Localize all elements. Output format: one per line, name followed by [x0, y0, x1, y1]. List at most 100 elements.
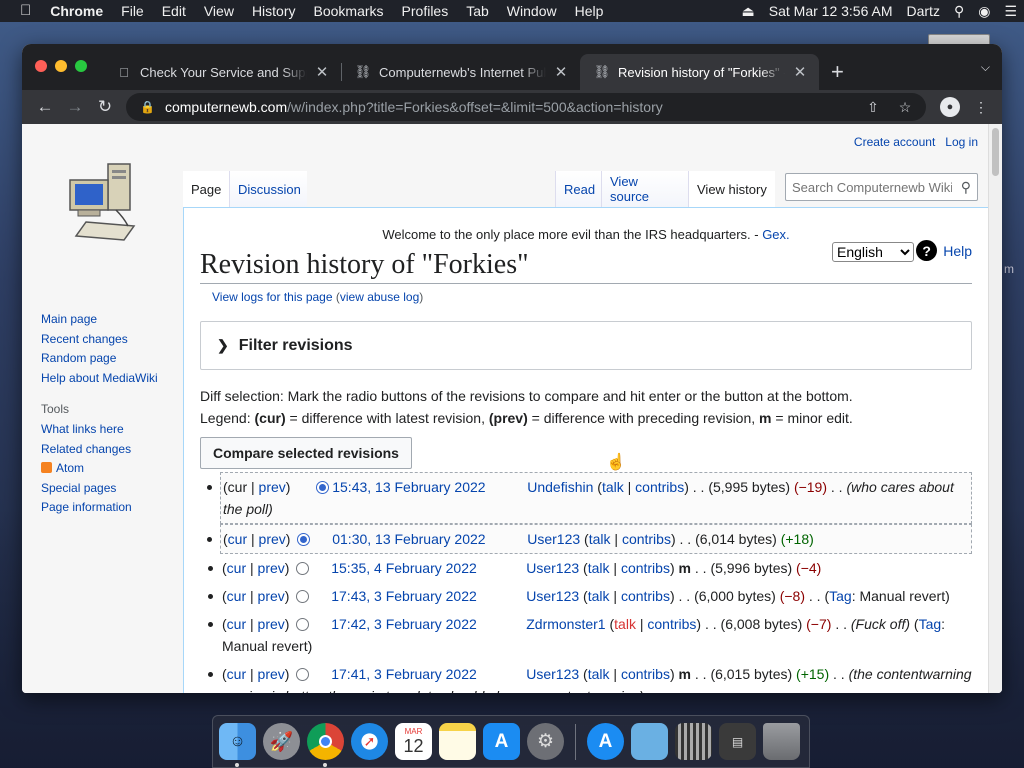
filter-revisions-toggle[interactable]: ❯ Filter revisions	[200, 321, 972, 370]
sidebar-item-page-information[interactable]: Page information	[41, 498, 191, 518]
talk-link[interactable]: talk	[588, 560, 610, 576]
radio-old[interactable]	[296, 562, 310, 575]
view-abuse-log-link[interactable]: view abuse log	[340, 290, 419, 304]
cur-link[interactable]: cur	[227, 616, 246, 632]
user-link[interactable]: User123	[526, 663, 579, 685]
apple-icon[interactable]: 	[0, 0, 41, 22]
tab-read[interactable]: Read	[555, 171, 601, 207]
notes-icon[interactable]	[439, 723, 476, 760]
search-input[interactable]	[792, 179, 952, 195]
sidebar-item-help-about-mediawiki[interactable]: Help about MediaWiki	[41, 369, 191, 389]
launchpad-icon[interactable]: 🚀	[263, 723, 300, 760]
calendar-icon[interactable]: MAR 12	[395, 723, 432, 760]
browser-tab-apple-support[interactable]:  Check Your Service and Suppo ✕	[102, 54, 341, 90]
menu-help[interactable]: Help	[566, 0, 613, 22]
compare-revisions-button[interactable]: Compare selected revisions	[200, 437, 412, 469]
chrome-menu-icon[interactable]: ⋮	[968, 94, 994, 120]
eject-icon[interactable]: ⏏	[735, 3, 762, 20]
radio-old[interactable]	[296, 590, 310, 603]
address-bar[interactable]: 🔒 computernewb.com/w/index.php?title=For…	[126, 93, 926, 121]
profile-avatar-icon[interactable]: ●	[940, 97, 960, 117]
chrome-icon[interactable]	[307, 723, 344, 767]
zoom-window-button[interactable]	[75, 60, 87, 72]
cur-link[interactable]: cur	[228, 531, 247, 547]
talk-link[interactable]: talk	[588, 666, 610, 682]
user-link[interactable]: User123	[527, 528, 580, 550]
cur-link[interactable]: cur	[228, 479, 247, 495]
revision-date-link[interactable]: 17:42, 3 February 2022	[331, 613, 526, 635]
close-tab-icon[interactable]: ✕	[791, 63, 809, 81]
site-notice-link[interactable]: Gex.	[762, 227, 789, 242]
browser-tab-revision-history[interactable]: ⛓ Revision history of "Forkies" - C ✕	[580, 54, 819, 90]
talk-link[interactable]: talk	[602, 479, 624, 495]
tag-link[interactable]: Tag	[829, 588, 852, 604]
contribs-link[interactable]: contribs	[647, 616, 696, 632]
site-logo[interactable]	[64, 160, 142, 244]
reload-button[interactable]: ↻	[90, 92, 120, 122]
menu-history[interactable]: History	[243, 0, 305, 22]
prev-link[interactable]: prev	[258, 560, 285, 576]
sidebar-item-atom[interactable]: Atom	[41, 459, 191, 479]
revision-date-link[interactable]: 15:35, 4 February 2022	[331, 557, 526, 579]
system-preferences-icon[interactable]: ⚙	[527, 723, 564, 760]
new-tab-button[interactable]: +	[819, 54, 856, 90]
user-link[interactable]: Zdrmonster1	[526, 613, 605, 635]
search-box[interactable]: ⚲	[785, 173, 978, 201]
back-button[interactable]: ←	[30, 92, 60, 122]
sidebar-item-special-pages[interactable]: Special pages	[41, 479, 191, 499]
revision-date-link[interactable]: 17:43, 3 February 2022	[331, 585, 526, 607]
help-link[interactable]: ? Help	[916, 240, 972, 261]
prev-link[interactable]: prev	[259, 531, 286, 547]
contribs-link[interactable]: contribs	[621, 560, 670, 576]
cur-link[interactable]: cur	[227, 560, 246, 576]
contribs-link[interactable]: contribs	[621, 588, 670, 604]
contribs-link[interactable]: contribs	[635, 479, 684, 495]
menu-edit[interactable]: Edit	[153, 0, 195, 22]
cur-link[interactable]: cur	[227, 666, 246, 682]
trash-icon[interactable]	[763, 723, 800, 760]
language-select[interactable]: English	[832, 242, 914, 262]
radio-old-selected[interactable]	[297, 533, 311, 546]
prev-link[interactable]: prev	[259, 479, 286, 495]
close-tab-icon[interactable]: ✕	[552, 63, 570, 81]
radio-old[interactable]	[296, 618, 310, 631]
sidebar-item-what-links-here[interactable]: What links here	[41, 420, 191, 440]
scrollbar-thumb[interactable]	[992, 128, 999, 176]
talk-link[interactable]: talk	[614, 616, 636, 632]
view-logs-link[interactable]: View logs for this page	[212, 290, 333, 304]
prev-link[interactable]: prev	[258, 616, 285, 632]
radio-new-selected[interactable]	[316, 481, 330, 494]
forward-button[interactable]: →	[60, 92, 90, 122]
sidebar-item-main-page[interactable]: Main page	[41, 310, 191, 330]
tab-page[interactable]: Page	[183, 171, 229, 207]
menu-datetime[interactable]: Sat Mar 12 3:56 AM	[762, 3, 900, 19]
user-link[interactable]: Undefishin	[527, 476, 593, 498]
menu-view[interactable]: View	[195, 0, 243, 22]
tab-search-chevron-icon[interactable]: ⌵	[981, 60, 990, 75]
user-link[interactable]: User123	[526, 557, 579, 579]
page-scrollbar[interactable]	[988, 124, 1002, 693]
spotlight-icon[interactable]: ⚲	[947, 3, 971, 20]
contribs-link[interactable]: contribs	[622, 531, 671, 547]
folder-icon[interactable]	[631, 723, 668, 760]
radio-old[interactable]	[296, 668, 310, 681]
close-window-button[interactable]	[35, 60, 47, 72]
safari-icon[interactable]: ➚	[351, 723, 388, 760]
share-icon[interactable]: ⇧	[860, 94, 886, 120]
tab-view-source[interactable]: View source	[601, 171, 688, 207]
menu-tab[interactable]: Tab	[457, 0, 498, 22]
menu-file[interactable]: File	[112, 0, 153, 22]
menu-bookmarks[interactable]: Bookmarks	[305, 0, 393, 22]
screen-capture-icon[interactable]: ▤	[719, 723, 756, 760]
talk-link[interactable]: talk	[588, 588, 610, 604]
menu-app-name[interactable]: Chrome	[41, 0, 112, 22]
revision-date-link[interactable]: 01:30, 13 February 2022	[332, 528, 527, 550]
cur-link[interactable]: cur	[227, 588, 246, 604]
prev-link[interactable]: prev	[258, 588, 285, 604]
revision-date-link[interactable]: 15:43, 13 February 2022	[332, 476, 527, 498]
menu-profiles[interactable]: Profiles	[393, 0, 458, 22]
tab-discussion[interactable]: Discussion	[229, 171, 307, 207]
menu-user[interactable]: Dartz	[900, 3, 947, 19]
window-grid-icon[interactable]	[675, 723, 712, 760]
control-center-icon[interactable]: ☰	[997, 3, 1024, 20]
